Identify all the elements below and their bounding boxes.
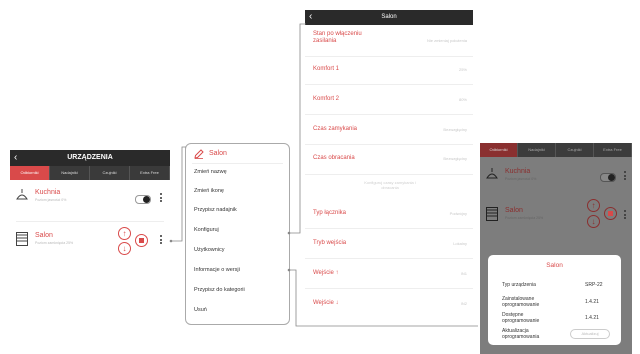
flow-connectors	[169, 23, 478, 327]
connector-menu	[171, 146, 186, 242]
connector-configure	[289, 23, 306, 234]
connector-version-info	[289, 269, 478, 327]
